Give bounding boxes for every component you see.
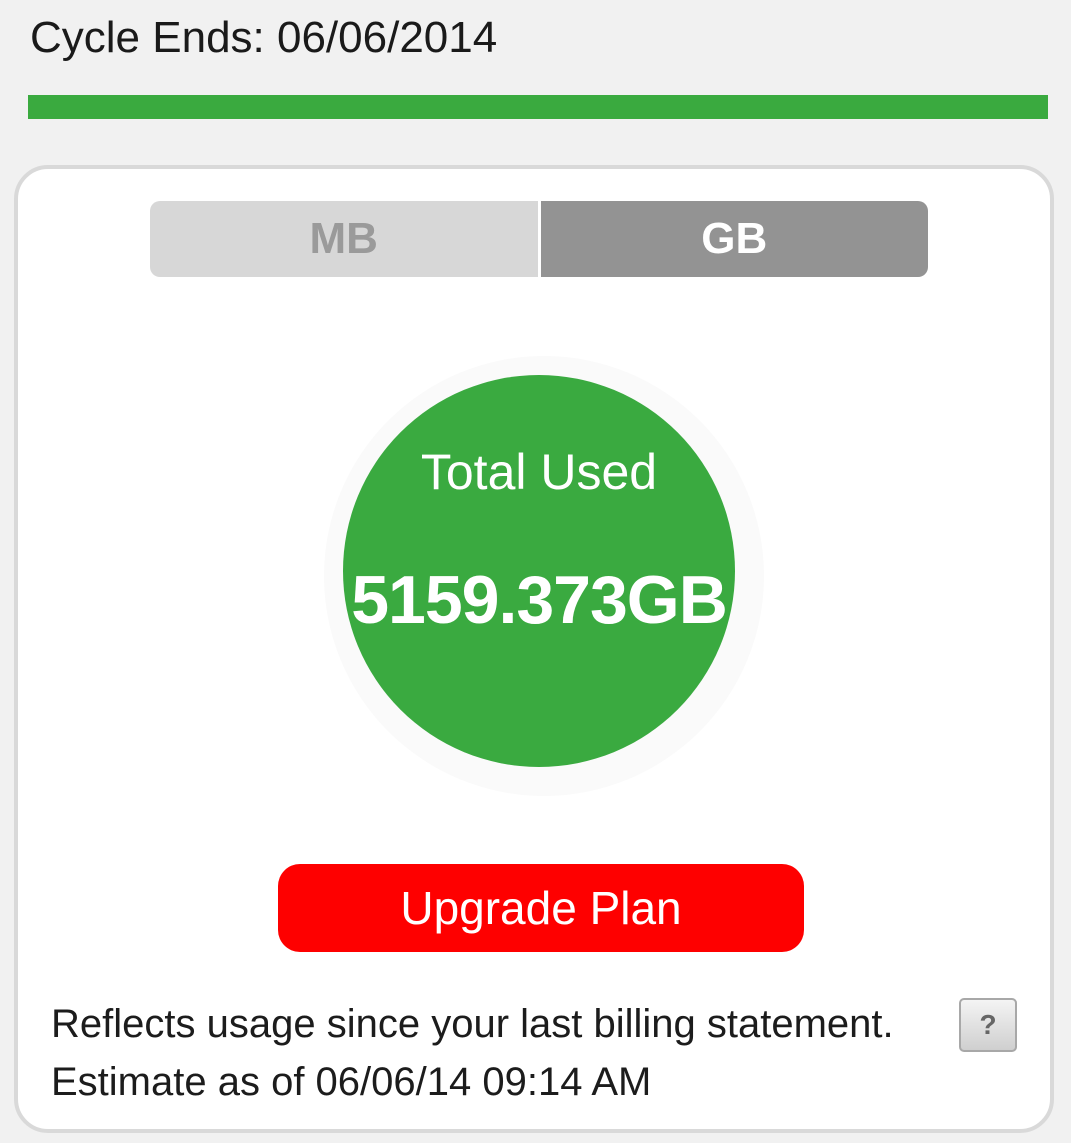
upgrade-plan-button[interactable]: Upgrade Plan <box>278 864 804 952</box>
unit-toggle-gb[interactable]: GB <box>537 201 928 277</box>
help-icon[interactable]: ? <box>959 998 1017 1052</box>
total-used-value: 5159.373GB <box>351 562 728 638</box>
cycle-progress-bar <box>28 95 1048 119</box>
reflects-usage-text: Reflects usage since your last billing s… <box>51 1002 894 1046</box>
unit-toggle-mb[interactable]: MB <box>150 201 538 277</box>
cycle-ends-label: Cycle Ends: 06/06/2014 <box>30 13 498 62</box>
total-used-label: Total Used <box>420 444 658 500</box>
usage-circle: Total Used 5159.373GB <box>343 375 735 767</box>
usage-card: MB GB Total Used 5159.373GB Upgrade Plan… <box>14 165 1054 1133</box>
cycle-progress-fill <box>28 95 1048 119</box>
estimate-timestamp: Estimate as of 06/06/14 09:14 AM <box>51 1060 652 1104</box>
usage-footer: Reflects usage since your last billing s… <box>51 995 894 1111</box>
unit-toggle: MB GB <box>150 201 928 277</box>
